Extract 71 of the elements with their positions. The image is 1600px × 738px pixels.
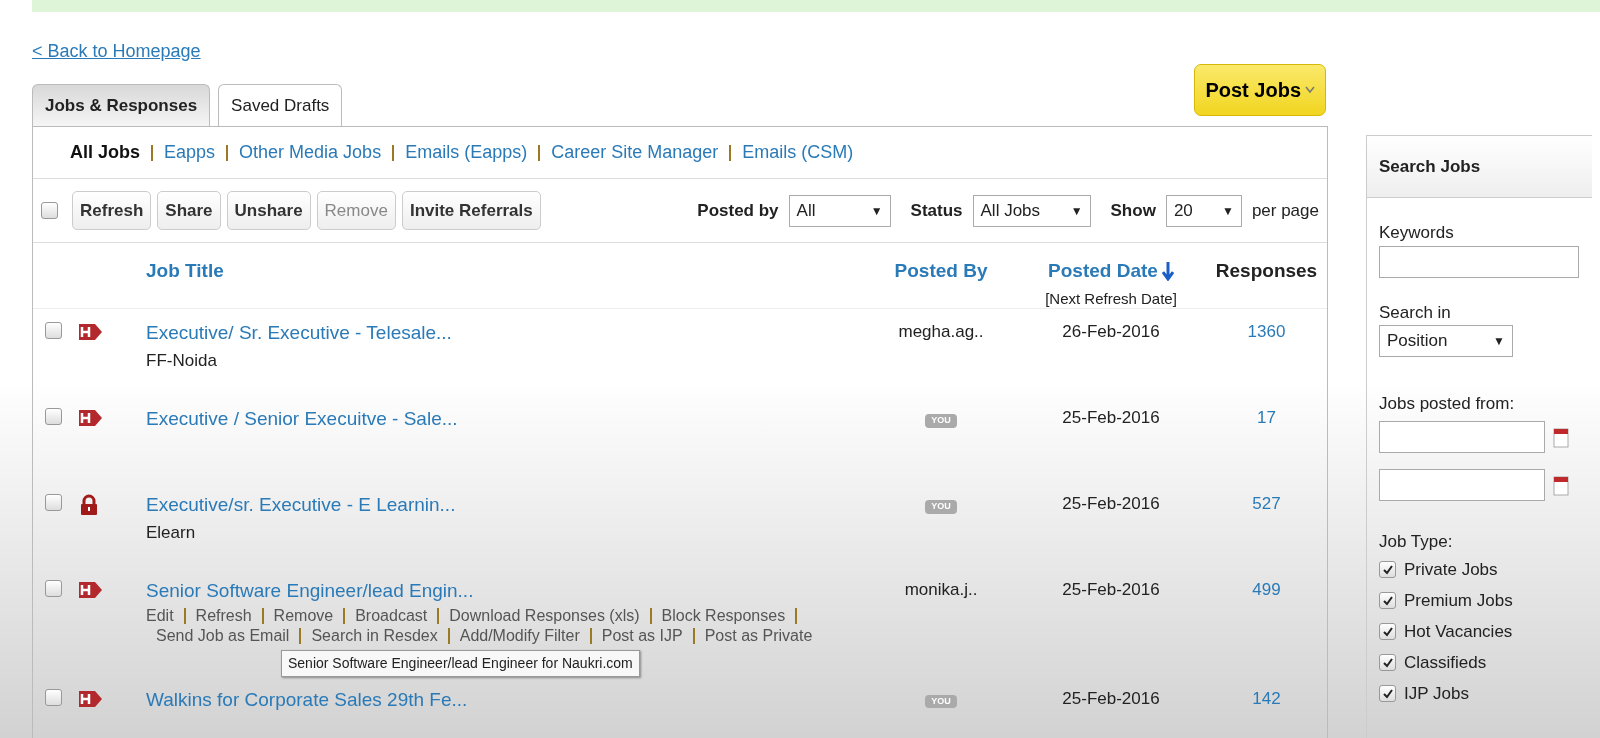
search-in-dropdown[interactable]: Position ▼ — [1379, 325, 1513, 357]
column-header: Responses — [1215, 260, 1318, 281]
column-note: [Next Refresh Date] — [1045, 289, 1177, 307]
filter-label: Status — [910, 199, 963, 222]
toolbar-button[interactable]: Share — [157, 190, 221, 231]
column-header[interactable]: Posted By — [894, 260, 988, 281]
you-badge: YOU — [925, 694, 957, 708]
checkbox-label: Hot Vacancies — [1404, 620, 1513, 643]
checkbox-label: IJP Jobs — [1404, 682, 1469, 705]
job-title-link[interactable]: Executive/ Sr. Executive - Telesale... — [146, 319, 452, 348]
action-link[interactable]: Edit — [146, 605, 184, 626]
response-count-link[interactable]: 499 — [1252, 580, 1281, 599]
nav-link[interactable]: Eapps — [153, 139, 227, 166]
post-jobs-button[interactable]: Post Jobs — [1194, 64, 1326, 116]
field-label: Jobs posted from: — [1379, 394, 1515, 413]
response-count-link[interactable]: 1360 — [1247, 322, 1286, 341]
tab[interactable]: Jobs & Responses — [32, 83, 211, 126]
filter-label: Posted by — [697, 199, 779, 222]
action-link[interactable]: Refresh — [185, 605, 262, 626]
posted-date: 25-Feb-2016 — [1062, 408, 1160, 427]
poster-name: monika.j.. — [904, 580, 978, 599]
action-link[interactable]: Post as IJP — [591, 625, 693, 646]
response-count-link[interactable]: 142 — [1252, 688, 1281, 708]
job-title-link[interactable]: Executive/sr. Executive - E Learnin... — [146, 491, 456, 520]
toolbar-button[interactable]: Unshare — [226, 190, 311, 231]
action-link[interactable]: Download Responses (xls) — [439, 605, 650, 626]
column-header[interactable]: Posted Date — [1048, 257, 1158, 286]
job-location: Elearn — [146, 522, 196, 542]
posted-date: 25-Feb-2016 — [1062, 580, 1160, 599]
field-label: Job Type: — [1379, 531, 1453, 551]
checkbox-label: Private Jobs — [1404, 558, 1498, 581]
action-link[interactable]: Add/Modify Filter — [449, 625, 590, 646]
column-header[interactable]: Job Title — [146, 260, 224, 281]
per-page-label: per page — [1251, 199, 1319, 222]
toolbar-button[interactable]: Invite Referrals — [401, 190, 541, 231]
checkbox-label: Classifieds — [1404, 651, 1487, 674]
checkbox-label: Premium Jobs — [1404, 589, 1513, 612]
back-link[interactable]: < Back to Homepage — [32, 41, 201, 61]
filter-dropdown[interactable]: All Jobs ▼ — [972, 194, 1091, 227]
tab[interactable]: Saved Drafts — [218, 83, 343, 126]
toolbar-button[interactable]: Refresh — [72, 190, 152, 231]
filter-dropdown[interactable]: 20 ▼ — [1165, 194, 1242, 227]
action-link[interactable]: Post as Private — [694, 625, 823, 646]
response-count-link[interactable]: 527 — [1252, 494, 1281, 513]
filter-dropdown[interactable]: All ▼ — [788, 194, 891, 227]
tooltip: Senior Software Engineer/lead Engineer for Naukri.com — [281, 649, 640, 677]
field-label: Keywords — [1379, 223, 1454, 242]
posted-date: 25-Feb-2016 — [1062, 688, 1160, 708]
job-title-link[interactable]: Walkins for Corporate Sales 29th Fe... — [146, 685, 468, 714]
action-link[interactable]: Send Job as Email — [146, 625, 300, 646]
job-title-link[interactable]: Senior Software Engineer/lead Engin... — [146, 577, 474, 606]
field-label: Search in — [1379, 302, 1451, 322]
posted-date: 25-Feb-2016 — [1062, 494, 1160, 513]
job-title-link[interactable]: Executive / Senior Execuitve - Sale... — [146, 405, 458, 434]
nav-link[interactable]: Career Site Manager — [540, 139, 730, 166]
you-badge: YOU — [925, 414, 957, 428]
action-link[interactable]: Broadcast — [345, 605, 438, 626]
nav-link[interactable]: Emails (CSM) — [731, 139, 865, 166]
poster-name: megha.ag.. — [898, 322, 984, 341]
response-count-link[interactable]: 17 — [1257, 408, 1276, 427]
nav-link[interactable]: Emails (Eapps) — [394, 139, 539, 166]
panel-title: Search Jobs — [1379, 155, 1481, 178]
action-link[interactable]: Block Responses — [651, 605, 796, 626]
nav-link[interactable]: All Jobs — [59, 139, 151, 166]
filter-label: Show — [1110, 199, 1156, 222]
job-location: FF-Noida — [146, 350, 217, 370]
action-link[interactable]: Search in Resdex — [301, 625, 448, 646]
you-badge: YOU — [925, 500, 957, 514]
posted-date: 26-Feb-2016 — [1062, 322, 1160, 341]
nav-link[interactable]: Other Media Jobs — [228, 139, 393, 166]
action-link[interactable]: Remove — [263, 605, 344, 626]
